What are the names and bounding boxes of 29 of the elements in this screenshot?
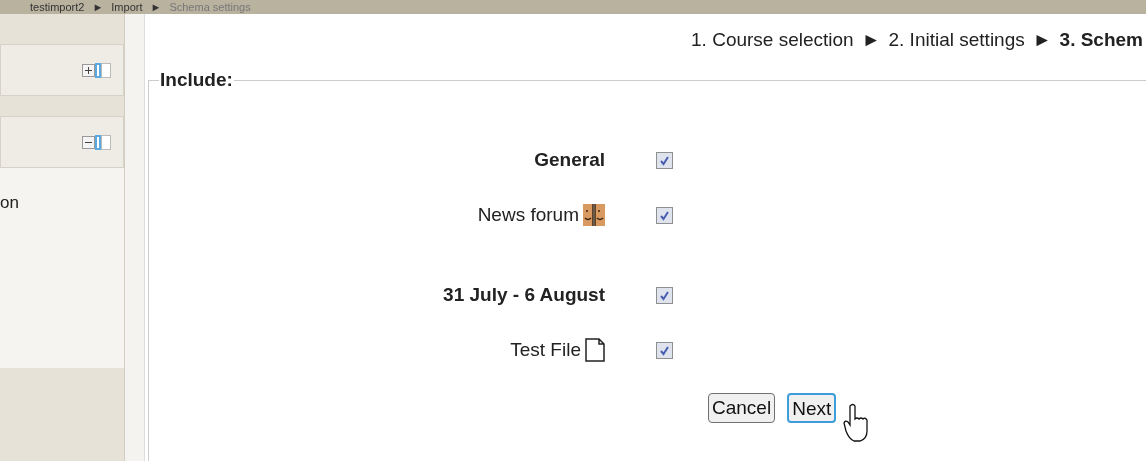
step-separator: ► (1032, 27, 1052, 52)
check-icon (659, 154, 670, 166)
check-icon (659, 289, 670, 301)
section-label: 31 July - 6 August (443, 282, 605, 307)
step-label: 2. Initial settings (888, 27, 1025, 52)
checkbox[interactable] (656, 341, 673, 359)
activity-label: Test File (510, 337, 581, 362)
breadcrumb-separator: ► (150, 1, 162, 13)
checkbox[interactable] (656, 206, 673, 224)
section-label: General (534, 147, 605, 172)
step-separator: ► (861, 27, 881, 52)
checkbox[interactable] (656, 151, 673, 169)
file-icon (585, 338, 605, 362)
forum-icon (583, 204, 605, 226)
check-icon (659, 209, 670, 221)
expand-icon[interactable] (82, 62, 111, 78)
breadcrumb-link[interactable]: testimport2 (30, 1, 85, 13)
breadcrumb-separator: ► (92, 1, 104, 13)
form-button[interactable]: Cancel (708, 392, 776, 423)
step-label: 3. Schem (1059, 27, 1143, 52)
block-text: on (0, 193, 19, 212)
check-icon (659, 344, 670, 356)
fieldset-legend: Include: (159, 66, 234, 95)
activity-label: News forum (477, 202, 579, 227)
step-label: 1. Course selection (691, 27, 854, 52)
breadcrumb-link[interactable]: Import (111, 1, 143, 13)
collapse-icon[interactable] (82, 134, 111, 150)
form-button[interactable]: Next (787, 392, 837, 423)
checkbox[interactable] (656, 286, 673, 304)
